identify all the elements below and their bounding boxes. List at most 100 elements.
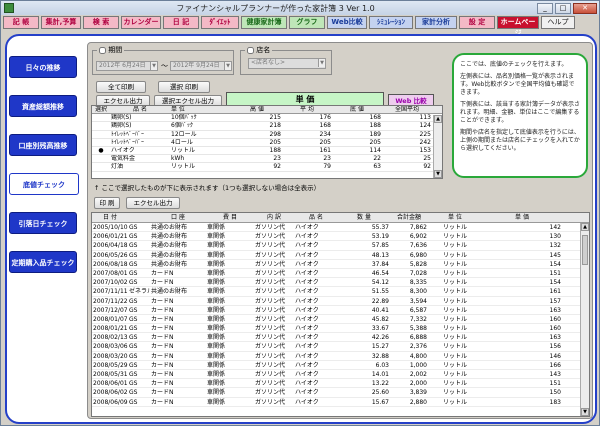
print-selected-button[interactable]: 選択 印刷 (158, 81, 210, 93)
table-row[interactable]: 電気料金 kWh 23 23 22 25 (92, 155, 442, 164)
close-button[interactable]: ✕ (573, 2, 597, 14)
cell: ガソリン代 (255, 224, 286, 231)
minimize-button[interactable]: _ (537, 2, 553, 14)
cell: ハイオク (295, 233, 319, 241)
table-row[interactable]: ● ハイオク リットル 188 161 114 153 (92, 147, 442, 156)
table-row[interactable]: 灯油 リットル 92 79 63 92 (92, 163, 442, 172)
table-row[interactable]: ﾄｲﾚｯﾄﾍﾟｰﾊﾟｰ 12ロール 298 234 189 225 (92, 131, 442, 139)
table-row[interactable]: 2007/11/22 GS カードN 車関係 ガソリン代 ハイオク 22.89 3,594 リッ… (92, 297, 589, 306)
print-all-button[interactable]: 全て印刷 (96, 81, 146, 93)
menu-homepage[interactable]: ホームページ (497, 16, 539, 37)
cell: 2006/04/18 (93, 242, 128, 250)
cell: 2007/11/22 (93, 297, 128, 305)
table-row[interactable]: 2008/03/06 GS カードN 車関係 ガソリン代 ハイオク 15.27 2,376 リッ… (92, 342, 589, 352)
table-row[interactable]: 2006/05/26 GS 共通のお財布 車関係 ガソリン代 ハイオク 48.13 6,980… (92, 251, 589, 260)
cell: 163 (549, 306, 561, 314)
cell: カードN (151, 361, 174, 369)
cell-sel (92, 131, 110, 138)
cell-unit: kWh (171, 155, 185, 163)
table-row[interactable]: 2005/10/10 GS 共通のお財布 車関係 ガソリン代 ハイオク 55.37 7,862… (92, 223, 589, 233)
date-from-field[interactable]: 2012年 6月24日 ▼ (96, 61, 158, 71)
menu-graph[interactable]: グラフ (289, 16, 325, 29)
cell: 4,800 (409, 352, 427, 360)
menu-kensaku[interactable]: 検 索 (83, 16, 119, 29)
table-row[interactable]: 2008/03/20 GS カードN 車関係 ガソリン代 ハイオク 32.88 4,800 リッ… (92, 352, 589, 361)
cell: 車関係 (207, 288, 226, 296)
cell: ガソリン代 (255, 233, 286, 241)
period-checkbox[interactable] (99, 46, 106, 54)
table-row[interactable]: 2007/08/01 GS カードN 車関係 ガソリン代 ハイオク 46.54 7,028 リッ… (92, 269, 589, 279)
nav-sokochi[interactable]: 底値チェック (9, 173, 79, 195)
cell: 151 (549, 269, 561, 277)
table-row[interactable]: 2008/01/21 GS カードN 車関係 ガソリン代 ハイオク 33.67 5,388 リッ… (92, 324, 589, 334)
menu-web[interactable]: Web比較 (327, 16, 367, 29)
menu-diet[interactable]: ﾀﾞｲｴｯﾄ (201, 16, 239, 29)
history-table-scrollbar[interactable]: ▲ ▼ (580, 223, 589, 416)
table-row[interactable]: 2006/08/18 GS 共通のお財布 車関係 ガソリン代 ハイオク 37.84 5,828… (92, 260, 589, 269)
nav-koza[interactable]: 口座別残高推移 (9, 134, 77, 156)
maximize-button[interactable]: □ (555, 2, 571, 14)
cell: リットル (442, 352, 467, 360)
cell: ハイオク (295, 352, 319, 360)
cell: 130 (549, 233, 561, 241)
scroll-up-icon[interactable]: ▲ (581, 223, 589, 231)
cell: カードN (151, 380, 174, 388)
table-row[interactable]: 2008/02/13 GS カードN 車関係 ガソリン代 ハイオク 42.26 6,888 リッ… (92, 333, 589, 343)
excel-export-button-2[interactable]: エクセル出力 (126, 197, 180, 209)
table-row[interactable]: 2008/01/07 GS カードN 車関係 ガソリン代 ハイオク 45.82 7,332 リッ… (92, 315, 589, 325)
nav-shisan[interactable]: 資産総額推移 (9, 95, 77, 117)
cell: 2,002 (409, 371, 427, 378)
cell-nat: 242 (419, 138, 431, 146)
table-row[interactable]: 2008/05/29 GS カードN 車関係 ガソリン代 ハイオク 6.03 1,000 リット… (92, 361, 589, 370)
cell-name: ﾄｲﾚｯﾄﾍﾟｰﾊﾟｰ (111, 138, 145, 146)
table-row[interactable]: 2007/12/07 GS カードN 車関係 ガソリン代 ハイオク 40.41 6,587 リッ… (92, 306, 589, 315)
cell-lo: 188 (369, 122, 381, 130)
table-row[interactable]: 2007/10/02 GS カードN 車関係 ガソリン代 ハイオク 54.12 8,335 リッ… (92, 278, 589, 288)
cell: 2007/10/02 (93, 279, 128, 287)
table-row[interactable]: 2008/06/02 GS カードN 車関係 ガソリン代 ハイオク 25.60 3,839 リッ… (92, 388, 589, 398)
menu-calendar[interactable]: カレンダー (121, 16, 161, 29)
cell: リットル (442, 380, 467, 388)
cell: 42.26 (371, 334, 389, 342)
table-row[interactable]: 鶏卵(S) 10個ﾊﾟｯｸ 215 176 168 113 (92, 114, 442, 123)
menu-kicho[interactable]: 記 帳 (3, 16, 39, 29)
table-row[interactable]: 2006/01/21 GS 共通のお財布 車関係 ガソリン代 ハイオク 53.19 6,902… (92, 232, 589, 242)
scroll-thumb[interactable] (582, 235, 588, 265)
menu-bunseki[interactable]: 家計分析 (415, 16, 457, 29)
col-header: 日 付 (103, 214, 117, 221)
print-button[interactable]: 印 刷 (94, 197, 120, 209)
table-row[interactable]: 2008/06/01 GS カードN 車関係 ガソリン代 ハイオク 13.22 2,000 リッ… (92, 379, 589, 389)
table-row[interactable]: 鶏卵(S) 6個ﾊﾟｯｸ 218 168 188 124 (92, 122, 442, 131)
nav-hikiotoshi[interactable]: 引落日チェック (9, 212, 77, 234)
cell-hi: 218 (269, 122, 281, 130)
col-header: 選択 (94, 106, 107, 113)
cell: 46.54 (371, 269, 389, 277)
menu-help[interactable]: ヘルプ (541, 16, 575, 29)
table-row[interactable]: 2007/11/11ゼネラル共通のお財布 車関係 ガソリン代 ハイオク 51.55 8,3… (92, 287, 589, 297)
nav-hibi[interactable]: 日々の推移 (9, 56, 77, 78)
cell: 2006/01/21 (93, 233, 128, 241)
scroll-down-icon[interactable]: ▼ (434, 170, 442, 178)
cell-lo: 168 (369, 114, 381, 122)
store-select[interactable]: <店名なし> ▼ (248, 58, 326, 69)
cell: カードN (151, 371, 174, 378)
cell: カードN (151, 297, 174, 305)
table-row[interactable]: 2006/04/18 GS 共通のお財布 車関係 ガソリン代 ハイオク 57.85 7,636… (92, 241, 589, 251)
tab-unit-price[interactable]: 単 価 (226, 92, 384, 106)
menu-settei[interactable]: 設 定 (459, 16, 495, 29)
menu-shukei[interactable]: 集計,予算 (41, 16, 81, 29)
nav-teiki[interactable]: 定期購入品チェック (9, 251, 77, 273)
scroll-down-icon[interactable]: ▼ (581, 408, 589, 416)
date-to-field[interactable]: 2012年 9月24日 ▼ (170, 61, 232, 71)
scroll-up-icon[interactable]: ▲ (434, 115, 442, 123)
menu-kenko[interactable]: 健康家計簿 (241, 16, 287, 29)
menu-nikki[interactable]: 日 記 (163, 16, 199, 29)
info-text: 下側表には、該当する家計簿データが表示されます。明細、金額、単位はここで編集する… (460, 101, 581, 124)
store-checkbox[interactable] (247, 46, 254, 54)
table-row[interactable]: ﾄｲﾚｯﾄﾍﾟｰﾊﾟｰ 4ロール 205 205 205 242 (92, 139, 442, 147)
cell: ハイオク (295, 343, 319, 351)
item-table-scrollbar[interactable]: ▲ ▼ (433, 115, 442, 178)
table-row[interactable]: 2008/06/09 GS カードN 車関係 ガソリン代 ハイオク 15.67 2,880 リッ… (92, 398, 589, 407)
menu-simulation[interactable]: ｼﾐｭﾚｰｼｮﾝ (369, 16, 413, 29)
table-row[interactable]: 2008/05/31 GS カードN 車関係 ガソリン代 ハイオク 14.01 2,002 リッ… (92, 370, 589, 380)
